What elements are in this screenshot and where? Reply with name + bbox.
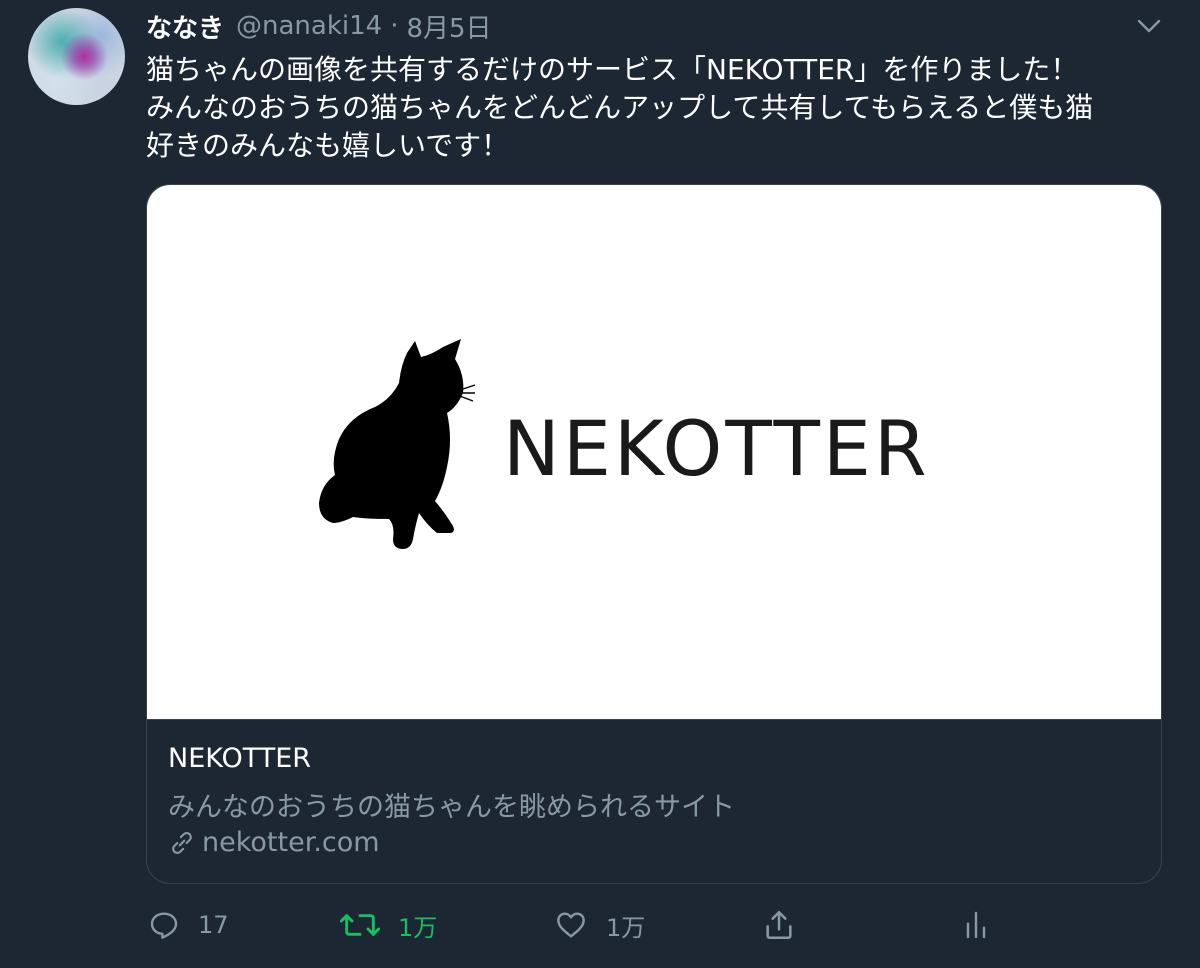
card-description: みんなのおうちの猫ちゃんを眺められるサイト	[168, 792, 735, 823]
cat-silhouette-logo	[319, 339, 476, 549]
tweet[interactable]: ななき @nanaki14 · 8月5日 猫ちゃんの画像を共有するだけのサービス…	[0, 0, 1200, 968]
card-title[interactable]: NEKOTTER	[168, 743, 311, 774]
reply-icon	[150, 912, 178, 939]
tweet-actions: 17 1万 1万	[0, 900, 1200, 950]
link-icon	[172, 831, 192, 854]
chevron-down-icon[interactable]	[1136, 16, 1162, 36]
share-icon	[766, 910, 792, 940]
retweet-count: 1万	[398, 913, 438, 942]
tweet-header: ななき @nanaki14 · 8月5日	[146, 8, 492, 44]
separator-dot: ·	[390, 11, 399, 41]
analytics-button[interactable]	[960, 900, 992, 950]
user-handle[interactable]: @nanaki14	[236, 11, 382, 41]
retweet-icon	[340, 914, 380, 936]
tweet-date[interactable]: 8月5日	[406, 8, 491, 45]
nekotter-logo-text: NEKOTTER	[503, 404, 930, 493]
reply-count: 17	[198, 911, 229, 939]
card-link[interactable]: nekotter.com	[168, 827, 380, 858]
display-name[interactable]: ななき	[146, 8, 224, 45]
like-button[interactable]: 1万	[554, 900, 645, 950]
like-count: 1万	[606, 913, 646, 942]
link-card[interactable]: NEKOTTER NEKOTTER みんなのおうちの猫ちゃんを眺められるサイト …	[146, 184, 1162, 884]
analytics-icon	[966, 911, 986, 939]
card-image[interactable]: NEKOTTER	[147, 185, 1161, 720]
reply-button[interactable]: 17	[148, 900, 229, 950]
retweet-button[interactable]: 1万	[340, 900, 437, 950]
heart-icon	[557, 912, 585, 938]
share-button[interactable]	[762, 900, 796, 950]
tweet-text: 猫ちゃんの画像を共有するだけのサービス「NEKOTTER」を作りました！ みんな…	[146, 53, 1094, 162]
card-link-text[interactable]: nekotter.com	[202, 827, 380, 858]
avatar[interactable]	[28, 8, 125, 105]
